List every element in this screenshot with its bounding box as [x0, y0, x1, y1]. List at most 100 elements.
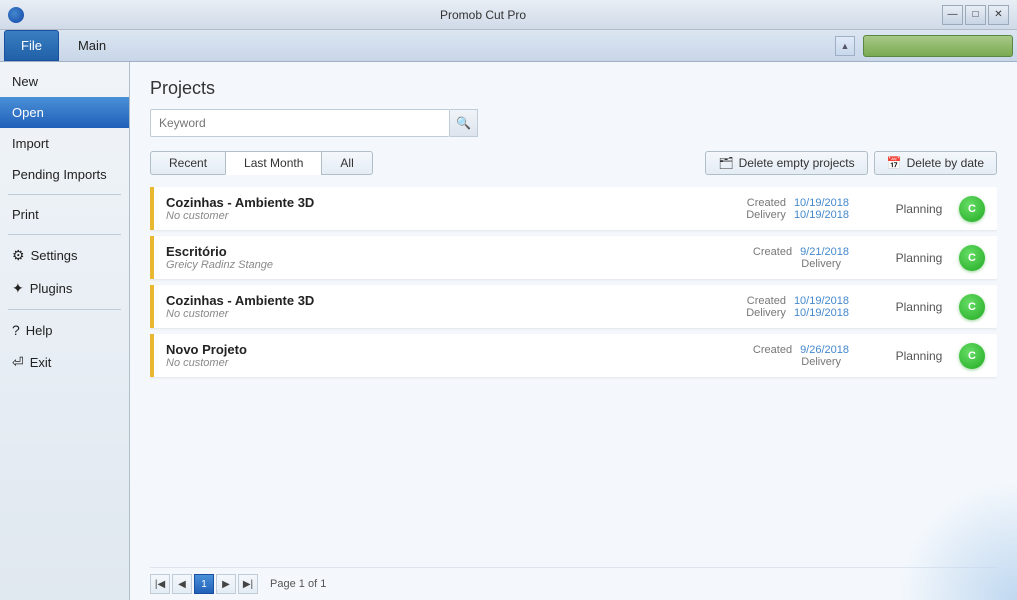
page-prev-button[interactable]: ◀	[172, 574, 192, 594]
project-customer: No customer	[166, 308, 719, 320]
minimize-button[interactable]: —	[942, 5, 963, 25]
sidebar-item-settings[interactable]: ⚙ Settings	[0, 239, 129, 272]
pending-label: Pending Imports	[12, 167, 107, 182]
created-label: Created	[753, 344, 792, 356]
tab-last-month[interactable]: Last Month	[225, 151, 322, 175]
sidebar: New Open Import Pending Imports Print ⚙ …	[0, 62, 130, 600]
delete-empty-icon: 🗂	[718, 156, 733, 170]
project-customer: No customer	[166, 210, 719, 222]
project-dates: Created 10/19/2018 Delivery 10/19/2018	[719, 197, 849, 221]
sidebar-item-help[interactable]: ? Help	[0, 314, 129, 346]
created-row: Created 10/19/2018	[747, 295, 849, 307]
sidebar-item-open[interactable]: Open	[0, 97, 129, 128]
created-label: Created	[747, 295, 786, 307]
sidebar-divider-3	[8, 309, 121, 310]
search-input[interactable]	[150, 109, 450, 137]
main-layout: New Open Import Pending Imports Print ⚙ …	[0, 62, 1017, 600]
delivery-row: Delivery	[801, 356, 849, 368]
created-date: 10/19/2018	[794, 197, 849, 209]
pagination: |◀ ◀ 1 ▶ ▶| Page 1 of 1	[150, 574, 326, 594]
menu-main[interactable]: Main	[61, 30, 123, 61]
calendar-icon: 📅	[887, 156, 902, 170]
window-title: Promob Cut Pro	[24, 8, 942, 22]
project-info: Novo Projeto No customer	[166, 342, 719, 369]
search-row: 🔍	[150, 109, 997, 137]
puzzle-icon: ✦	[12, 280, 24, 297]
project-icon: C	[959, 196, 985, 222]
project-info: Cozinhas - Ambiente 3D No customer	[166, 195, 719, 222]
delivery-date: 10/19/2018	[794, 209, 849, 221]
current-page: 1	[299, 578, 308, 590]
tab-recent[interactable]: Recent	[150, 151, 226, 175]
delivery-label: Delivery	[801, 258, 841, 270]
help-icon: ?	[12, 322, 20, 338]
scroll-indicator: ▲	[835, 36, 855, 56]
created-row: Created 9/21/2018	[753, 246, 849, 258]
table-row[interactable]: Cozinhas - Ambiente 3D No customer Creat…	[150, 187, 997, 230]
gear-icon: ⚙	[12, 247, 25, 264]
title-bar: Promob Cut Pro — □ ✕	[0, 0, 1017, 30]
project-icon: C	[959, 343, 985, 369]
sidebar-divider-1	[8, 194, 121, 195]
content-footer: |◀ ◀ 1 ▶ ▶| Page 1 of 1	[150, 567, 997, 600]
sidebar-item-exit[interactable]: ⏎ Exit	[0, 346, 129, 379]
sidebar-divider-2	[8, 234, 121, 235]
window-controls: — □ ✕	[942, 5, 1009, 25]
new-label: New	[12, 74, 38, 89]
delivery-row: Delivery 10/19/2018	[746, 209, 849, 221]
total-pages: 1	[320, 578, 326, 590]
page-next-button[interactable]: ▶	[216, 574, 236, 594]
menu-bar-right: ▲	[835, 30, 1013, 61]
exit-label: Exit	[30, 355, 52, 370]
search-button[interactable]: 🔍	[450, 109, 478, 137]
page-last-button[interactable]: ▶|	[238, 574, 258, 594]
project-info: Cozinhas - Ambiente 3D No customer	[166, 293, 719, 320]
content-area: Projects 🔍 Recent Last Month All 🗂 Delet…	[130, 62, 1017, 600]
delete-empty-label: Delete empty projects	[739, 156, 855, 170]
table-row[interactable]: Escritório Greicy Radinz Stange Created …	[150, 236, 997, 279]
project-status: Planning	[879, 349, 959, 363]
sidebar-item-import[interactable]: Import	[0, 128, 129, 159]
project-dates: Created 9/21/2018 Delivery	[719, 246, 849, 270]
sidebar-item-plugins[interactable]: ✦ Plugins	[0, 272, 129, 305]
delete-by-date-button[interactable]: 📅 Delete by date	[874, 151, 997, 175]
settings-label: Settings	[31, 248, 78, 263]
tab-all[interactable]: All	[321, 151, 372, 175]
project-dates: Created 10/19/2018 Delivery 10/19/2018	[719, 295, 849, 319]
created-label: Created	[753, 246, 792, 258]
menu-file[interactable]: File	[4, 30, 59, 61]
page-first-button[interactable]: |◀	[150, 574, 170, 594]
sidebar-item-new[interactable]: New	[0, 66, 129, 97]
created-date: 10/19/2018	[794, 295, 849, 307]
delete-date-label: Delete by date	[907, 156, 984, 170]
project-name: Cozinhas - Ambiente 3D	[166, 195, 719, 210]
menu-bar: File Main ▲	[0, 30, 1017, 62]
delete-empty-button[interactable]: 🗂 Delete empty projects	[705, 151, 867, 175]
table-row[interactable]: Cozinhas - Ambiente 3D No customer Creat…	[150, 285, 997, 328]
project-customer: No customer	[166, 357, 719, 369]
project-customer: Greicy Radinz Stange	[166, 259, 719, 271]
delivery-row: Delivery 10/19/2018	[746, 307, 849, 319]
page-current-button[interactable]: 1	[194, 574, 214, 594]
created-row: Created 9/26/2018	[753, 344, 849, 356]
sidebar-item-print[interactable]: Print	[0, 199, 129, 230]
app-icon	[8, 7, 24, 23]
project-status: Planning	[879, 202, 959, 216]
project-name: Novo Projeto	[166, 342, 719, 357]
project-status: Planning	[879, 300, 959, 314]
delivery-row: Delivery	[801, 258, 849, 270]
project-icon: C	[959, 245, 985, 271]
maximize-button[interactable]: □	[965, 5, 986, 25]
project-dates: Created 9/26/2018 Delivery	[719, 344, 849, 368]
sidebar-item-pending-imports[interactable]: Pending Imports	[0, 159, 129, 190]
top-search-bar	[863, 35, 1013, 57]
action-buttons: 🗂 Delete empty projects 📅 Delete by date	[705, 151, 997, 175]
project-name: Escritório	[166, 244, 719, 259]
page-title: Projects	[150, 78, 997, 99]
page-info: Page 1 of 1	[270, 578, 326, 590]
close-button[interactable]: ✕	[988, 5, 1009, 25]
print-label: Print	[12, 207, 39, 222]
project-status: Planning	[879, 251, 959, 265]
table-row[interactable]: Novo Projeto No customer Created 9/26/20…	[150, 334, 997, 377]
created-label: Created	[747, 197, 786, 209]
